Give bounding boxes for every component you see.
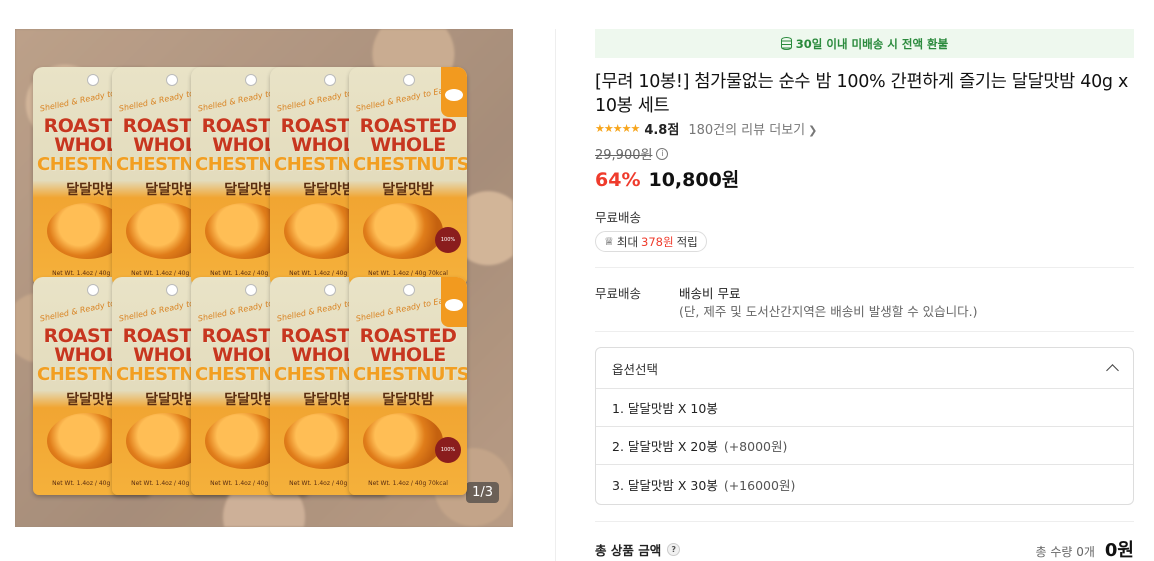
rating-score: 4.8점 (644, 123, 680, 138)
help-icon[interactable]: ? (667, 543, 681, 556)
price-row: 64% 10,800원 (595, 165, 739, 192)
option-item[interactable]: 3. 달달맛밤 X 30봉 (+16000원) (596, 465, 1133, 504)
pouch-net-weight: Net Wt. 1.4oz / 40g 70kcal (368, 270, 448, 277)
pouch-title: ROASTED WHOLE CHESTNUTS (353, 327, 467, 385)
chestnut-pouch: Shelled & Ready to Eat ROASTED WHOLE CHESTN… (349, 277, 467, 495)
points-suffix: 적립 (676, 234, 698, 249)
original-price-row: 29,900원 i (595, 144, 669, 163)
pouch-net-weight: Net Wt. 1.4oz / 40g 70kcal (368, 480, 448, 487)
pouch-tagline: Shelled & Ready to Eat (355, 85, 448, 114)
pouch-corner-logo (441, 67, 467, 117)
column-divider (555, 29, 556, 561)
pouch-corner-logo (441, 277, 467, 327)
pouch-title: ROASTED WHOLE CHESTNUTS (353, 117, 467, 175)
option-item[interactable]: 1. 달달맛밤 X 10봉 (596, 389, 1133, 427)
option-selector: 옵션선택 1. 달달맛밤 X 10봉 2. 달달맛밤 X 20봉 (+8000원… (595, 347, 1134, 505)
shipping-label: 무료배송 (595, 286, 642, 301)
chestnut-photo (363, 413, 443, 469)
points-prefix: 최대 (616, 234, 639, 249)
refund-notice-text: 30일 이내 미배송 시 전액 환불 (795, 36, 949, 51)
pouch-badge: 100% (435, 437, 461, 463)
star-rating-icon: ★★★★★ (595, 122, 640, 135)
original-price: 29,900원 (595, 148, 653, 163)
reviews-link-label: 180건의 리뷰 더보기 (688, 123, 806, 138)
pouch-title-line: WHOLE (370, 344, 446, 366)
option-label: 2. 달달맛밤 X 20봉 (612, 439, 718, 454)
info-icon[interactable]: i (656, 147, 669, 160)
option-select-label: 옵션선택 (612, 361, 659, 377)
chevron-right-icon: ❯ (808, 124, 818, 137)
option-label: 1. 달달맛밤 X 10봉 (612, 401, 718, 416)
chevron-up-icon (1106, 364, 1119, 377)
total-price-label: 총 상품 금액 (595, 543, 662, 558)
total-price: 0원 (1104, 540, 1134, 561)
points-amount: 378원 (641, 234, 674, 249)
option-extra-price: (+8000원) (723, 439, 788, 454)
shipping-note: (단, 제주 및 도서산간지역은 배송비 발생할 수 있습니다.) (679, 304, 978, 319)
total-summary: 총 수량 0개 0원 (1035, 536, 1134, 561)
chestnut-pouch: Shelled & Ready to Eat ROASTED WHOLE CHESTN… (349, 67, 467, 285)
coin-stack-icon (780, 37, 792, 50)
shipping-fee: 배송비 무료 (679, 286, 741, 301)
crown-icon: ♕ (604, 235, 614, 248)
pouch-badge: 100% (435, 227, 461, 253)
divider (595, 521, 1134, 522)
pouch-korean-name: 달달맛밤 (382, 182, 434, 198)
pouch-grid: Shelled & Ready to Eat ROASTED WHOLE CHESTN… (33, 67, 503, 527)
pouch-title-line: CHESTNUTS (353, 364, 467, 385)
option-item[interactable]: 2. 달달맛밤 X 20봉 (+8000원) (596, 427, 1133, 465)
chestnut-photo (363, 203, 443, 259)
product-image-gallery[interactable]: Shelled & Ready to Eat ROASTED WHOLE CHESTN… (15, 29, 513, 527)
discount-rate: 64% (595, 169, 641, 191)
option-label: 3. 달달맛밤 X 30봉 (612, 478, 718, 493)
product-page: Shelled & Ready to Eat ROASTED WHOLE CHESTN… (0, 0, 1154, 561)
rating-row: ★★★★★ 4.8점 180건의 리뷰 더보기 ❯ (595, 119, 817, 138)
option-extra-price: (+16000원) (723, 478, 796, 493)
points-chip: ♕ 최대 378원 적립 (595, 231, 707, 252)
pouch-title-line: CHESTNUTS (353, 154, 467, 175)
product-title: [무려 10봉!] 첨가물없는 순수 밤 100% 간편하게 즐기는 달달맛밤 … (595, 72, 1129, 116)
pouch-tagline: Shelled & Ready to Eat (355, 295, 448, 324)
total-price-label-row: 총 상품 금액 ? (595, 540, 681, 559)
refund-notice-banner: 30일 이내 미배송 시 전액 환불 (595, 29, 1134, 58)
free-shipping-label: 무료배송 (595, 210, 642, 225)
divider (595, 267, 1134, 268)
pouch-korean-name: 달달맛밤 (382, 392, 434, 408)
option-select-toggle[interactable]: 옵션선택 (596, 348, 1133, 389)
sale-price: 10,800원 (648, 169, 740, 191)
reviews-link[interactable]: 180건의 리뷰 더보기 ❯ (688, 119, 817, 138)
pouch-title-line: WHOLE (370, 134, 446, 156)
divider (595, 331, 1134, 332)
total-quantity: 총 수량 0개 (1035, 545, 1095, 559)
image-counter: 1/3 (466, 482, 499, 503)
